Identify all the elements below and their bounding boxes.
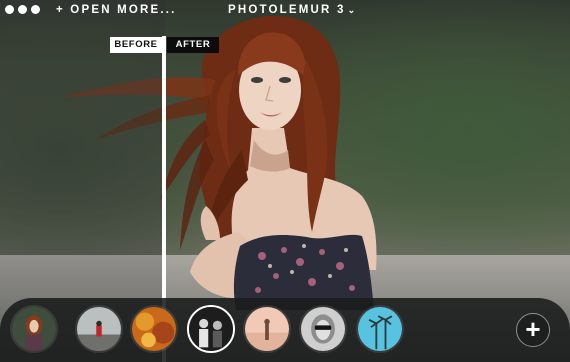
group-portrait-thumbnail[interactable] bbox=[187, 305, 235, 353]
add-preset-button[interactable]: + bbox=[516, 313, 550, 347]
open-more-button[interactable]: + OPEN MORE... bbox=[56, 4, 177, 16]
before-label: BEFORE bbox=[110, 37, 162, 53]
minimize-window-button[interactable] bbox=[18, 5, 27, 14]
portrait-redhead-thumbnail[interactable] bbox=[10, 305, 58, 353]
title-bar: + OPEN MORE... PHOTOLEMUR 3 ⌄ bbox=[0, 0, 570, 24]
app-title-menu[interactable]: PHOTOLEMUR 3 ⌄ bbox=[228, 4, 355, 16]
autumn-leaves-thumbnail[interactable] bbox=[130, 305, 178, 353]
close-window-button[interactable] bbox=[5, 5, 14, 14]
after-label: AFTER bbox=[167, 37, 219, 53]
zoom-window-button[interactable] bbox=[31, 5, 40, 14]
woman-with-sunglasses-thumbnail[interactable] bbox=[299, 305, 347, 353]
window-controls bbox=[5, 5, 40, 14]
app-title-text: PHOTOLEMUR 3 bbox=[228, 4, 346, 16]
chevron-down-icon: ⌄ bbox=[347, 5, 356, 15]
palm-trees-thumbnail[interactable] bbox=[356, 305, 404, 353]
beach-walker-thumbnail[interactable] bbox=[243, 305, 291, 353]
photolemur-window: + OPEN MORE... PHOTOLEMUR 3 ⌄ BEFORE AFTE… bbox=[0, 0, 570, 362]
red-figure-on-pier-thumbnail[interactable] bbox=[75, 305, 123, 353]
